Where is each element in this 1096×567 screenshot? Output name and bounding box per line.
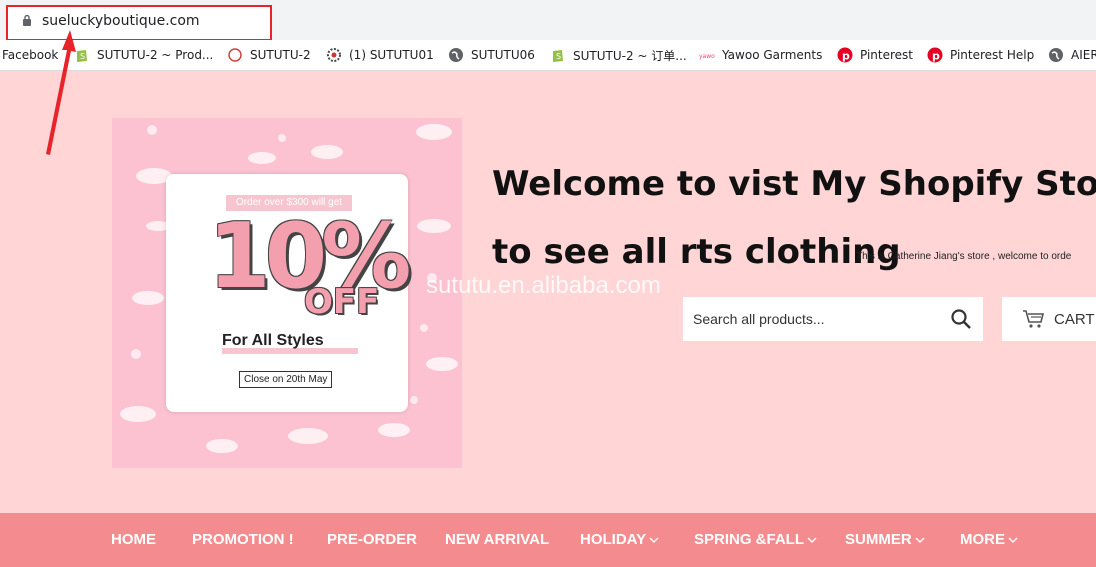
bookmark-yawoo[interactable]: yawoo Yawoo Garments: [699, 47, 822, 63]
pinterest-icon: p: [837, 47, 853, 63]
chevron-down-icon: [1008, 537, 1018, 543]
bookmarks-bar: Facebook S SUTUTU-2 ~ Prod... SUTUTU-2 (…: [0, 40, 1096, 71]
bookmark-pinterest[interactable]: p Pinterest: [837, 47, 913, 63]
bookmark-label: AIER: [1071, 48, 1096, 62]
bookmark-label: SUTUTU-2 ~ Prod...: [97, 48, 214, 62]
promo-card: Order over $300 will get 10% OFF For All…: [166, 174, 411, 412]
pinterest-icon: p: [927, 47, 943, 63]
promo-off: OFF: [304, 282, 380, 322]
nav-spring-fall[interactable]: SPRING &FALL: [694, 531, 817, 548]
cart-button[interactable]: CART: [1002, 297, 1096, 341]
store-note: This is Catherine Jiang's store , welcom…: [856, 251, 1072, 262]
bookmark-label: SUTUTU-2: [250, 48, 311, 62]
nav-label: PROMOTION !: [192, 531, 294, 548]
nav-label: SPRING &FALL: [694, 531, 805, 548]
bookmark-label: Pinterest: [860, 48, 914, 62]
svg-text:p: p: [932, 50, 940, 63]
search-box: [683, 297, 983, 341]
cart-label: CART: [1054, 310, 1095, 328]
chevron-down-icon: [915, 537, 925, 543]
svg-text:S: S: [556, 52, 561, 61]
shopify-icon: S: [553, 50, 563, 62]
bookmark-sututu06[interactable]: SUTUTU06: [448, 47, 535, 63]
bookmark-aier[interactable]: AIER: [1048, 47, 1096, 63]
bookmark-label: Yawoo Garments: [722, 48, 823, 62]
bookmark-label: (1) SUTUTU01: [349, 48, 434, 62]
lock-icon: [23, 14, 31, 26]
nav-new-arrival[interactable]: NEW ARRIVAL: [445, 531, 549, 548]
promo-banner-image[interactable]: Order over $300 will get 10% OFF For All…: [112, 118, 462, 468]
nav-holiday[interactable]: HOLIDAY: [580, 531, 659, 548]
nav-label: SUMMER: [845, 531, 912, 548]
main-nav: HOME PROMOTION ! PRE-ORDER NEW ARRIVAL H…: [0, 513, 1096, 567]
cart-icon: [1023, 310, 1045, 328]
nav-label: NEW ARRIVAL: [445, 531, 550, 548]
svg-text:p: p: [842, 50, 850, 63]
nav-label: HOME: [111, 531, 156, 548]
url-text[interactable]: sueluckyboutique.com: [42, 13, 200, 29]
search-icon[interactable]: [949, 307, 973, 331]
globe-icon: [449, 48, 463, 62]
promo-close-date: Close on 20th May: [239, 371, 333, 388]
nav-label: MORE: [960, 531, 1005, 548]
search-input[interactable]: [683, 297, 953, 341]
bookmark-label: SUTUTU-2 ~ 订单...: [573, 48, 687, 63]
yawoo-icon: yawoo: [699, 53, 715, 60]
gear-badge-icon: [327, 48, 341, 62]
watermark: sututu.en.alibaba.com: [426, 272, 661, 299]
bookmark-sututu2-products[interactable]: S SUTUTU-2 ~ Prod...: [74, 47, 213, 63]
bookmark-label: SUTUTU06: [471, 48, 535, 62]
bookmark-sututu2-orders[interactable]: S SUTUTU-2 ~ 订单...: [550, 47, 687, 63]
nav-home[interactable]: HOME: [111, 531, 156, 548]
chevron-down-icon: [807, 537, 817, 543]
promo-styles: For All Styles: [222, 332, 324, 349]
nav-more[interactable]: MORE: [960, 531, 1018, 548]
bookmark-pinterest-help[interactable]: p Pinterest Help: [927, 47, 1034, 63]
sututu-icon: [228, 48, 242, 62]
bookmark-sututu2[interactable]: SUTUTU-2: [227, 47, 311, 63]
page-title-line1: Welcome to vist My Shopify Store: [492, 164, 1096, 204]
svg-text:S: S: [80, 52, 85, 61]
bookmark-sututu01[interactable]: (1) SUTUTU01: [326, 47, 434, 63]
red-arrow-annotation: [46, 30, 76, 155]
nav-pre-order[interactable]: PRE-ORDER: [327, 531, 417, 548]
nav-summer[interactable]: SUMMER: [845, 531, 925, 548]
chevron-down-icon: [649, 537, 659, 543]
nav-label: HOLIDAY: [580, 531, 647, 548]
nav-promotion[interactable]: PROMOTION !: [192, 531, 294, 548]
svg-text:yawoo: yawoo: [699, 53, 715, 60]
nav-label: PRE-ORDER: [327, 531, 418, 548]
page-title-line2: to see all rts clothing: [492, 232, 901, 272]
globe-icon: [1049, 48, 1063, 62]
bookmark-label: Pinterest Help: [950, 48, 1035, 62]
browser-address-bar: sueluckyboutique.com: [0, 0, 1096, 41]
